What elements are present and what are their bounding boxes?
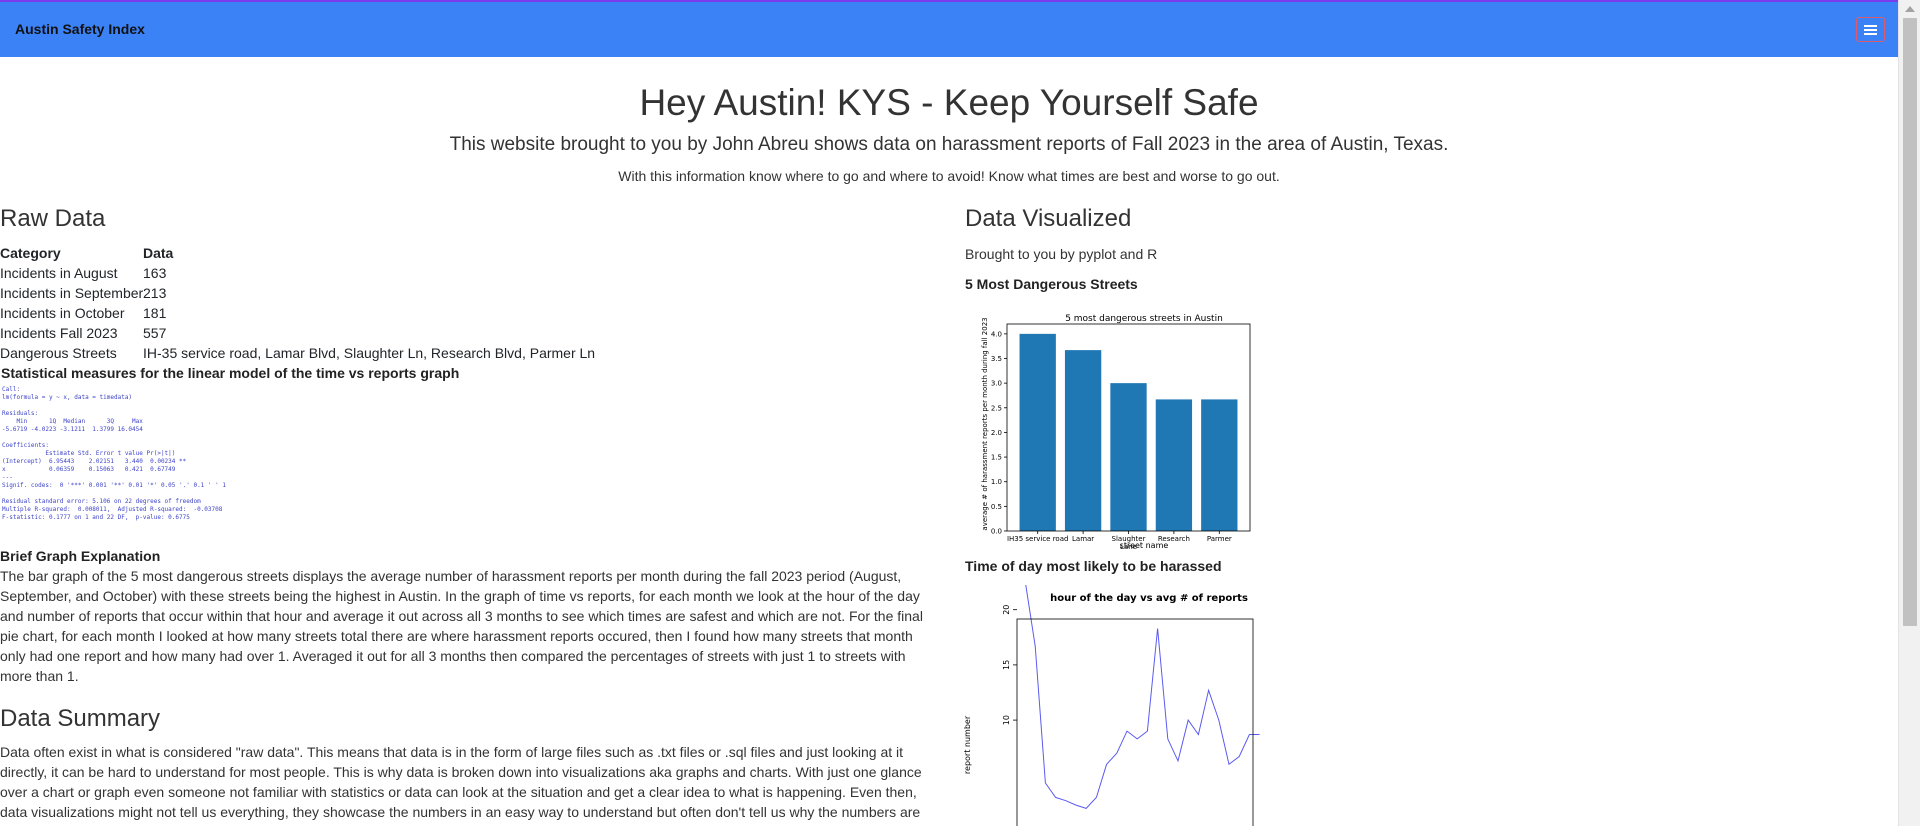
data-summary-text: Data often exist in what is considered "… [0,744,922,820]
bar-chart-title: 5 most dangerous streets in Austin [1065,314,1223,324]
row-category: Incidents in September [0,285,144,301]
line-chart-y-label: report number [963,715,972,774]
row-category: Incidents in October [0,305,125,321]
data-visualized-heading: Data Visualized [965,205,1132,232]
x-tick-label: Lamar [1072,535,1094,543]
navbar: Austin Safety Index [0,0,1898,57]
row-data: 181 [143,305,167,321]
hamburger-menu-icon[interactable] [1856,17,1885,42]
y-tick-label: 20 [1002,605,1011,615]
row-category: Incidents Fall 2023 [0,325,118,341]
x-tick-label: Research [1158,535,1190,543]
page-tagline: With this information know where to go a… [618,168,1280,184]
raw-data-heading: Raw Data [0,205,106,232]
page-scrollbar[interactable] [1898,0,1920,826]
page-title: Hey Austin! KYS - Keep Yourself Safe [639,82,1259,123]
y-tick-label: 4.0 [991,330,1002,338]
y-tick-label: 0.5 [991,503,1002,511]
stats-title: Statistical measures for the linear mode… [1,365,460,381]
x-tick-label: Lane [1120,543,1137,551]
hamburger-line [1864,28,1877,31]
row-category: Dangerous Streets [0,345,117,361]
bar-chart-y-label: average # of harassment reports per mont… [981,317,989,530]
line-chart: hour of the day vs avg # of reports repo… [960,585,1300,826]
bar-chart: 5 most dangerous streets in Austin avera… [970,303,1295,553]
bar [1110,383,1147,531]
x-tick-label: IH35 service road [1007,535,1068,543]
bar-chart-heading: 5 Most Dangerous Streets [965,276,1138,292]
row-data: 557 [143,325,167,341]
data-summary-heading: Data Summary [0,705,161,732]
y-tick-label: 1.5 [991,454,1002,462]
bar [1064,350,1102,531]
row-data: IH-35 service road, Lamar Blvd, Slaughte… [143,345,596,361]
hamburger-line [1864,32,1877,35]
y-tick-label: 15 [1002,660,1011,670]
hamburger-line [1864,24,1877,27]
y-tick-label: 0.0 [991,528,1002,536]
y-tick-label: 3.5 [991,355,1002,363]
row-category: Incidents in August [0,265,118,281]
x-tick-label: Parmer [1207,535,1232,543]
brief-explanation-text: The bar graph of the 5 most dangerous st… [0,568,923,684]
y-tick-label: 2.0 [991,429,1002,437]
line-chart-title: hour of the day vs avg # of reports [1050,593,1248,604]
r-model-output: Call: lm(formula = y ~ x, data = timedat… [2,386,226,521]
bar [1019,333,1056,531]
x-tick-label: Slaughter [1112,535,1146,543]
brief-explanation-title: Brief Graph Explanation [0,548,161,564]
bar [1201,399,1238,531]
y-tick-label: 2.5 [991,404,1002,412]
y-tick-label: 10 [1002,715,1011,725]
page-subtitle: This website brought to you by John Abre… [449,134,1449,155]
bar [1155,399,1193,531]
navbar-brand[interactable]: Austin Safety Index [15,21,145,37]
y-tick-label: 3.0 [991,380,1002,388]
column-header-data: Data [143,245,174,261]
line-chart-heading: Time of day most likely to be harassed [965,558,1222,574]
row-data: 163 [143,265,167,281]
scroll-up-arrow-icon[interactable] [1905,6,1915,12]
viz-credit: Brought to you by pyplot and R [965,246,1158,262]
column-header-category: Category [0,245,61,261]
y-tick-label: 1.0 [991,478,1002,486]
scrollbar-thumb[interactable] [1903,18,1917,626]
row-data: 213 [143,285,167,301]
